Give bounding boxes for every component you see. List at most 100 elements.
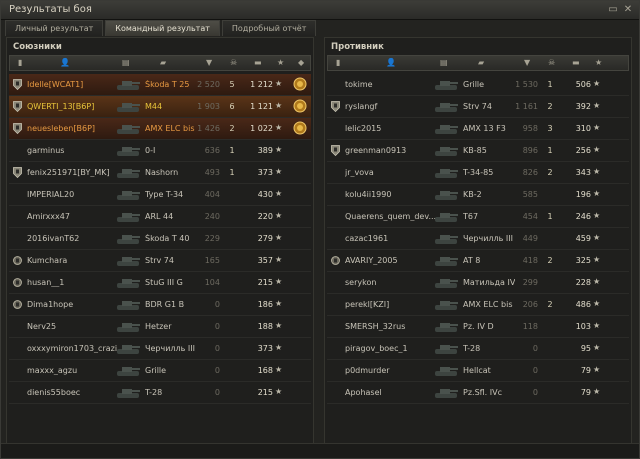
ally-row[interactable]: husan__1 StuG III G 104 215 ★ (9, 272, 311, 294)
player-sort-icon[interactable]: 👤 (60, 58, 70, 67)
title-bar[interactable]: Результаты боя ▭ ✕ (1, 1, 639, 20)
player-name[interactable]: neuesleben[B6P] (27, 124, 117, 133)
star-sort-icon[interactable]: ★ (595, 58, 602, 67)
player-name[interactable]: AVARIY_2005 (345, 256, 445, 265)
player-name[interactable]: greenman0913 (345, 146, 445, 155)
player-name[interactable]: piragov_boec_1 (345, 344, 445, 353)
tank-icon (115, 209, 141, 225)
player-name[interactable]: Amirxxx47 (27, 212, 117, 221)
player-name[interactable]: ryslangf (345, 102, 445, 111)
damage-value: 1 426 (197, 124, 220, 133)
enemy-row[interactable]: jr_vova T-34-85 826 2 343 ★ (327, 162, 629, 184)
squad-sort-icon[interactable]: ▮ (336, 58, 340, 67)
ally-row[interactable]: fenix251971[BY_MK] Nashorn 493 1 373 ★ (9, 162, 311, 184)
enemy-row[interactable]: tokime Grille 1 530 1 506 ★ (327, 74, 629, 96)
player-name[interactable]: perekl[KZI] (345, 300, 445, 309)
star-sort-icon[interactable]: ★ (277, 58, 284, 67)
enemy-row[interactable]: p0dmurder Hellcat 0 79 ★ (327, 360, 629, 382)
xp-value: 389 (257, 146, 273, 155)
player-name[interactable]: jr_vova (345, 168, 445, 177)
enemies-title: Противник (331, 42, 384, 52)
player-sort-icon[interactable]: 👤 (386, 58, 396, 67)
ally-row[interactable]: dienis55boec T-28 0 215 ★ (9, 382, 311, 404)
shield-icon (331, 101, 340, 113)
enemy-row[interactable]: lelic2015 AMX 13 F3 958 3 310 ★ (327, 118, 629, 140)
enemy-row[interactable]: kolu4ii1990 KB-2 585 196 ★ (327, 184, 629, 206)
player-name[interactable]: IMPERIAL20 (27, 190, 117, 199)
enemy-row[interactable]: Quaerens_quem_dev... T67 454 1 246 ★ (327, 206, 629, 228)
tank-icon (433, 99, 459, 115)
ally-row[interactable]: Amirxxx47 ARL 44 240 220 ★ (9, 206, 311, 228)
ally-row[interactable]: Kumchara Strv 74 165 357 ★ (9, 250, 311, 272)
minimize-icon[interactable]: ▭ (607, 4, 619, 16)
damage-value: 0 (532, 388, 538, 397)
enemy-row[interactable]: Apohasel Pz.Sfl. IVc 0 79 ★ (327, 382, 629, 404)
player-name[interactable]: SMERSH_32rus (345, 322, 445, 331)
player-name[interactable]: kolu4ii1990 (345, 190, 445, 199)
ally-row[interactable]: garminus 0-I 636 1 389 ★ (9, 140, 311, 162)
ally-row[interactable]: Nerv25 Hetzer 0 188 ★ (9, 316, 311, 338)
player-name[interactable]: Kumchara (27, 256, 117, 265)
medal-icon[interactable] (293, 77, 307, 91)
player-name[interactable]: Idelle[WCAT1] (27, 80, 117, 89)
squad-sort-icon[interactable]: ▮ (18, 58, 22, 67)
ally-row[interactable]: IMPERIAL20 Type T-34 404 430 ★ (9, 184, 311, 206)
player-name[interactable]: fenix251971[BY_MK] (27, 168, 117, 177)
player-name[interactable]: Quaerens_quem_dev... (345, 212, 445, 221)
star-icon: ★ (275, 387, 283, 396)
ally-row[interactable]: Idelle[WCAT1] Škoda T 25 2 520 5 1 212 ★ (9, 74, 311, 96)
xp-sort-icon[interactable]: ▬ (572, 58, 580, 67)
star-icon: ★ (593, 145, 601, 154)
ally-row[interactable]: maxxx_agzu Grille 0 168 ★ (9, 360, 311, 382)
enemy-row[interactable]: piragov_boec_1 T-28 0 95 ★ (327, 338, 629, 360)
close-icon[interactable]: ✕ (622, 4, 634, 16)
player-name[interactable]: oxxxymiron1703_crazi (27, 344, 117, 353)
player-name[interactable]: QWERTI_13[B6P] (27, 102, 117, 111)
enemy-row[interactable]: serykon Матильда IV 299 228 ★ (327, 272, 629, 294)
enemy-row[interactable]: cazac1961 Черчилль III 449 459 ★ (327, 228, 629, 250)
xp-sort-icon[interactable]: ▬ (254, 58, 262, 67)
player-name[interactable]: lelic2015 (345, 124, 445, 133)
player-name[interactable]: cazac1961 (345, 234, 445, 243)
damage-sort-icon[interactable]: ▼ (206, 58, 212, 67)
tier-sort-icon[interactable]: ▤ (122, 58, 130, 67)
damage-value: 0 (214, 366, 220, 375)
ally-row[interactable]: neuesleben[B6P] AMX ELC bis 1 426 2 1 022 ★ (9, 118, 311, 140)
player-name[interactable]: husan__1 (27, 278, 117, 287)
damage-value: 118 (522, 322, 538, 331)
ally-row[interactable]: Dima1hope BDR G1 B 0 186 ★ (9, 294, 311, 316)
enemy-row[interactable]: greenman0913 KB-85 896 1 256 ★ (327, 140, 629, 162)
enemy-row[interactable]: SMERSH_32rus Pz. IV D 118 103 ★ (327, 316, 629, 338)
enemy-row[interactable]: AVARIY_2005 AT 8 418 2 325 ★ (327, 250, 629, 272)
tab-personal-result[interactable]: Личный результат (5, 20, 104, 36)
shield-icon (13, 101, 22, 113)
ally-row[interactable]: QWERTI_13[B6P] M44 1 903 6 1 121 ★ (9, 96, 311, 118)
tab-detailed-report[interactable]: Подробный отчёт (221, 20, 317, 36)
player-name[interactable]: garminus (27, 146, 117, 155)
medal-icon[interactable] (293, 121, 307, 135)
player-name[interactable]: 2016ivanT62 (27, 234, 117, 243)
damage-sort-icon[interactable]: ▼ (524, 58, 530, 67)
kills-sort-icon[interactable]: ☠ (548, 58, 555, 67)
player-name[interactable]: Nerv25 (27, 322, 117, 331)
medal-icon[interactable] (293, 99, 307, 113)
ally-row[interactable]: 2016ivanT62 Škoda T 40 229 279 ★ (9, 228, 311, 250)
tier-sort-icon[interactable]: ▤ (440, 58, 448, 67)
tab-team-result[interactable]: Командный результат (105, 20, 220, 36)
enemy-row[interactable]: ryslangf Strv 74 1 161 2 392 ★ (327, 96, 629, 118)
ally-row[interactable]: oxxxymiron1703_crazi Черчилль III 0 373 ★ (9, 338, 311, 360)
player-name[interactable]: Dima1hope (27, 300, 117, 309)
player-name[interactable]: p0dmurder (345, 366, 445, 375)
player-name[interactable]: maxxx_agzu (27, 366, 117, 375)
tank-icon (115, 231, 141, 247)
medal-sort-icon[interactable]: ◆ (298, 58, 304, 67)
player-name[interactable]: serykon (345, 278, 445, 287)
player-name[interactable]: dienis55boec (27, 388, 117, 397)
enemy-row[interactable]: perekl[KZI] AMX ELC bis 206 2 486 ★ (327, 294, 629, 316)
vehicle-name: ARL 44 (145, 212, 174, 221)
player-name[interactable]: tokime (345, 80, 445, 89)
vehicle-sort-icon[interactable]: ▰ (160, 58, 166, 67)
player-name[interactable]: Apohasel (345, 388, 445, 397)
vehicle-sort-icon[interactable]: ▰ (478, 58, 484, 67)
kills-sort-icon[interactable]: ☠ (230, 58, 237, 67)
